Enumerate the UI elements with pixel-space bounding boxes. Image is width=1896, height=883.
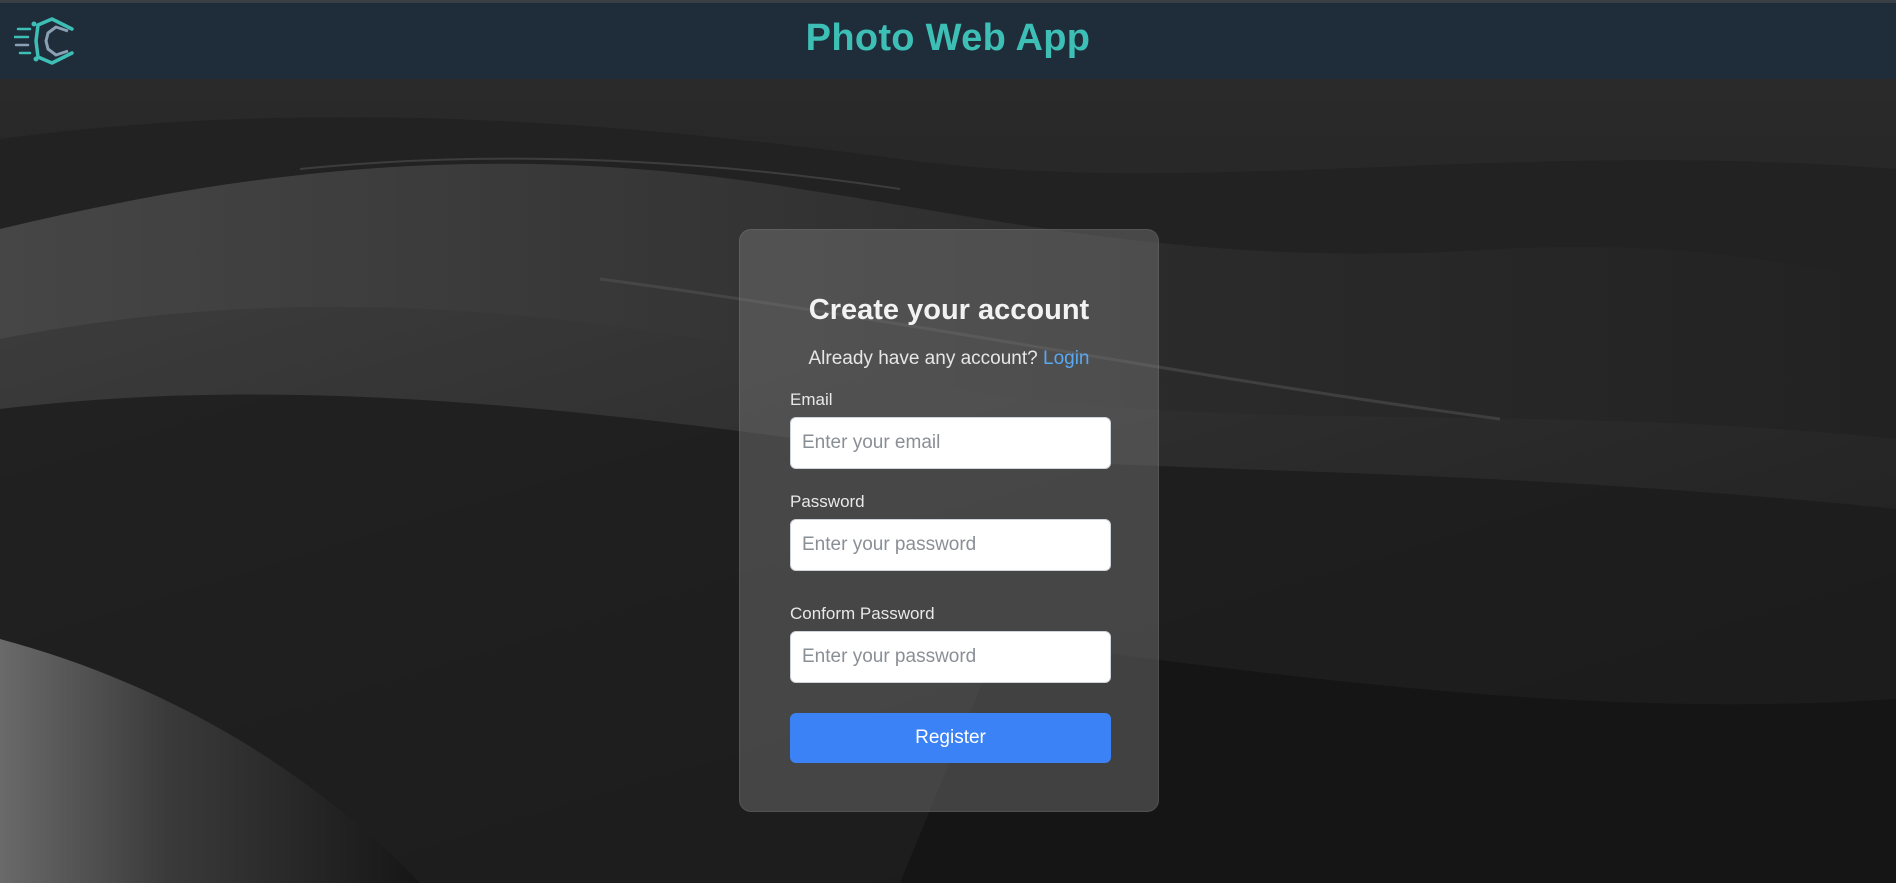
confirm-password-field[interactable] — [790, 631, 1111, 683]
login-prompt-text: Already have any account? — [808, 348, 1038, 369]
register-page: Photo Web App Create your account Alread… — [0, 0, 1896, 883]
top-navbar: Photo Web App — [0, 0, 1896, 79]
app-title: Photo Web App — [805, 17, 1091, 59]
login-prompt: Already have any account? Login — [740, 348, 1158, 370]
register-card: Create your account Already have any acc… — [739, 229, 1159, 812]
register-button[interactable]: Register — [790, 713, 1111, 763]
form-title: Create your account — [808, 294, 1090, 326]
email-field[interactable] — [790, 417, 1111, 469]
password-label: Password — [790, 492, 865, 511]
password-field[interactable] — [790, 519, 1111, 571]
login-link[interactable]: Login — [1043, 348, 1090, 369]
email-label: Email — [790, 390, 833, 409]
confirm-password-label: Conform Password — [790, 604, 935, 623]
